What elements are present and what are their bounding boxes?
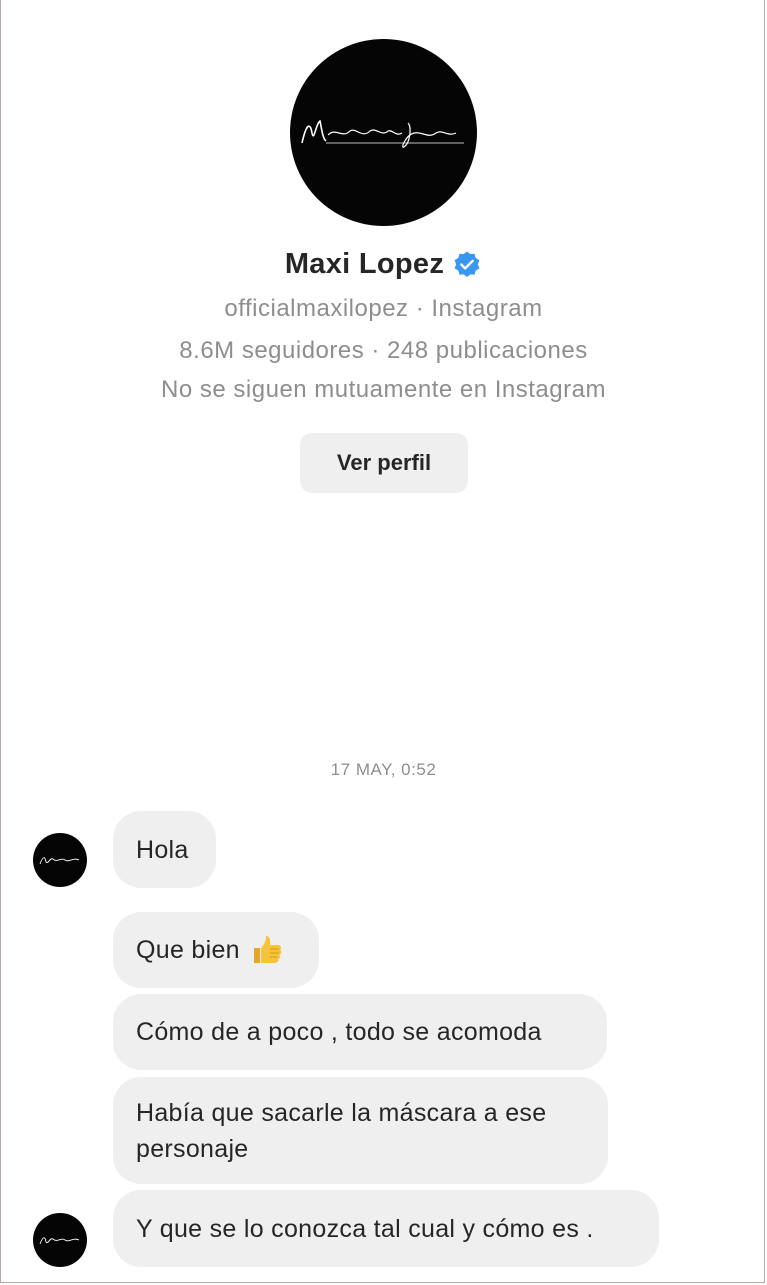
message-text: Cómo de a poco , todo se acomoda [136,1018,542,1046]
profile-name: Maxi Lopez [284,248,445,280]
stats-line: 8.6M seguidores · 248 publicaciones [179,337,588,364]
message-text: Que bien [136,936,240,964]
sender-avatar[interactable] [33,833,87,887]
message-bubble[interactable]: Hola [113,811,216,888]
message-bubble[interactable]: Que bien [113,912,319,988]
thumbs-up-icon [250,933,284,967]
verified-badge-icon [452,250,482,280]
signature-logo-small [39,1237,80,1245]
message-bubble[interactable]: Había que sacarle la máscara a ese perso… [113,1077,608,1184]
message-text: Hola [136,835,189,864]
profile-avatar[interactable] [290,39,477,226]
profile-name-row: Maxi Lopez [0,248,767,281]
relationship-line: No se siguen mutuamente en Instagram [161,376,606,403]
message-timestamp: 17 MAY, 0:52 [330,760,437,779]
signature-logo-small [39,857,80,865]
view-profile-button[interactable]: Ver perfil [300,433,468,493]
signature-logo [301,119,464,148]
message-bubble[interactable]: Y que se lo conozca tal cual y cómo es . [113,1190,659,1267]
message-text: Había que sacarle la máscara a ese perso… [136,1098,547,1163]
sender-avatar[interactable] [33,1213,87,1267]
message-text: Y que se lo conozca tal cual y cómo es . [136,1214,594,1243]
username-line: officialmaxilopez · Instagram [224,295,543,322]
message-bubble[interactable]: Cómo de a poco , todo se acomoda [113,994,607,1070]
